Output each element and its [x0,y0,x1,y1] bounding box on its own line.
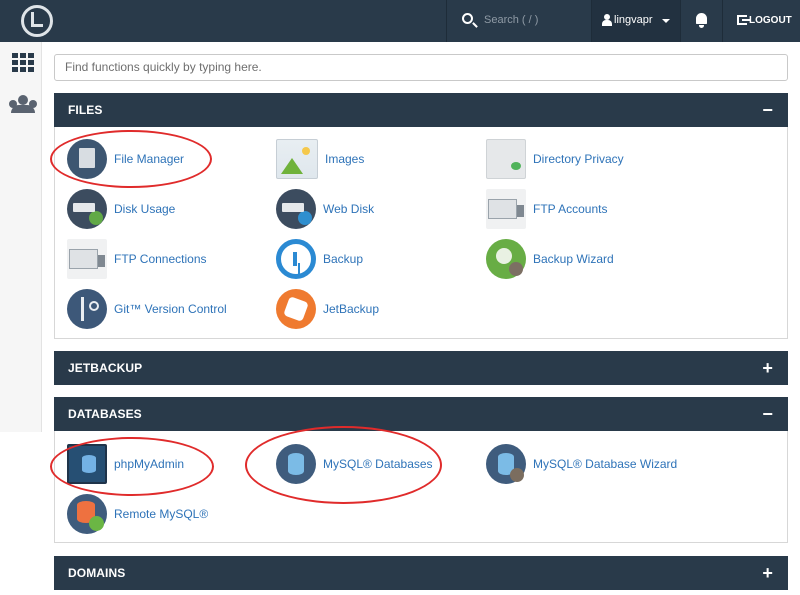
expand-icon[interactable]: + [762,358,773,379]
jetbackup-icon [276,289,316,329]
disk-usage-link[interactable]: Disk Usage [67,189,175,229]
directory-privacy-label: Directory Privacy [533,152,624,166]
backup-label: Backup [323,252,364,266]
username: lingvapr [614,14,653,26]
search-icon [462,13,473,24]
git-version-control-label: Git™ Version Control [114,302,227,316]
files-section-title: FILES [68,103,103,117]
ftp-connections-label: FTP Connections [114,252,207,266]
collapse-icon[interactable]: − [762,404,773,425]
git-version-control-link[interactable]: Git™ Version Control [67,289,227,329]
web-disk-label: Web Disk [323,202,375,216]
bell-icon [696,13,707,28]
jetbackup-section-title: JETBACKUP [68,361,143,375]
jetbackup-label: JetBackup [323,302,380,316]
mysql-database-wizard-label: MySQL® Database Wizard [533,457,678,471]
quick-search-input[interactable]: Find functions quickly by typing here. [54,54,788,81]
databases-section-title: DATABASES [68,407,142,421]
user-menu[interactable]: lingvapr [591,0,680,42]
ftp-accounts-link[interactable]: FTP Accounts [486,189,607,229]
top-navigation-bar: Search ( / ) lingvapr LOGOUT [0,0,800,42]
backup-wizard-link[interactable]: Backup Wizard [486,239,614,279]
annotation-circle-mysql-databases [245,426,442,504]
ftp-accounts-icon [486,189,526,229]
directory-privacy-icon [486,139,526,179]
backup-wizard-label: Backup Wizard [533,252,614,266]
databases-section-header[interactable]: DATABASES − [54,397,788,431]
domains-section-title: DOMAINS [68,566,126,580]
annotation-circle-phpmyadmin [50,437,214,496]
remote-mysql-link[interactable]: Remote MySQL® [67,494,208,534]
backup-wizard-icon [486,239,526,279]
ftp-connections-link[interactable]: FTP Connections [67,239,207,279]
files-section-header[interactable]: FILES − [54,93,788,127]
backup-link[interactable]: Backup [276,239,363,279]
mysql-database-wizard-link[interactable]: MySQL® Database Wizard [486,444,677,484]
domains-section-header[interactable]: DOMAINS + [54,556,788,590]
logout-label: LOGOUT [749,15,792,26]
jetbackup-section-header[interactable]: JETBACKUP + [54,351,788,385]
web-disk-icon [276,189,316,229]
git-icon [67,289,107,329]
user-icon [602,14,612,26]
notifications-button[interactable] [680,0,722,42]
search-placeholder: Search ( / ) [484,14,539,26]
users-icon[interactable] [9,95,37,113]
global-search[interactable]: Search ( / ) [446,0,591,42]
jetbackup-link[interactable]: JetBackup [276,289,379,329]
disk-usage-icon [67,189,107,229]
ftp-accounts-label: FTP Accounts [533,202,608,216]
cpanel-logo-icon[interactable] [21,5,53,37]
logout-icon [737,15,750,25]
remote-mysql-label: Remote MySQL® [114,507,209,521]
left-sidebar [0,42,42,432]
disk-usage-label: Disk Usage [114,202,176,216]
images-link[interactable]: Images [276,139,364,179]
expand-icon[interactable]: + [762,563,773,584]
backup-icon [276,239,316,279]
remote-mysql-icon [67,494,107,534]
images-label: Images [325,152,365,166]
directory-privacy-link[interactable]: Directory Privacy [486,139,624,179]
web-disk-link[interactable]: Web Disk [276,189,374,229]
collapse-icon[interactable]: − [762,100,773,121]
chevron-down-icon [662,19,670,23]
annotation-circle-file-manager [50,130,212,188]
apps-grid-icon[interactable] [12,53,34,72]
logout-button[interactable]: LOGOUT [722,0,800,42]
images-icon [276,139,318,179]
ftp-connections-icon [67,239,107,279]
mysql-database-wizard-icon [486,444,526,484]
